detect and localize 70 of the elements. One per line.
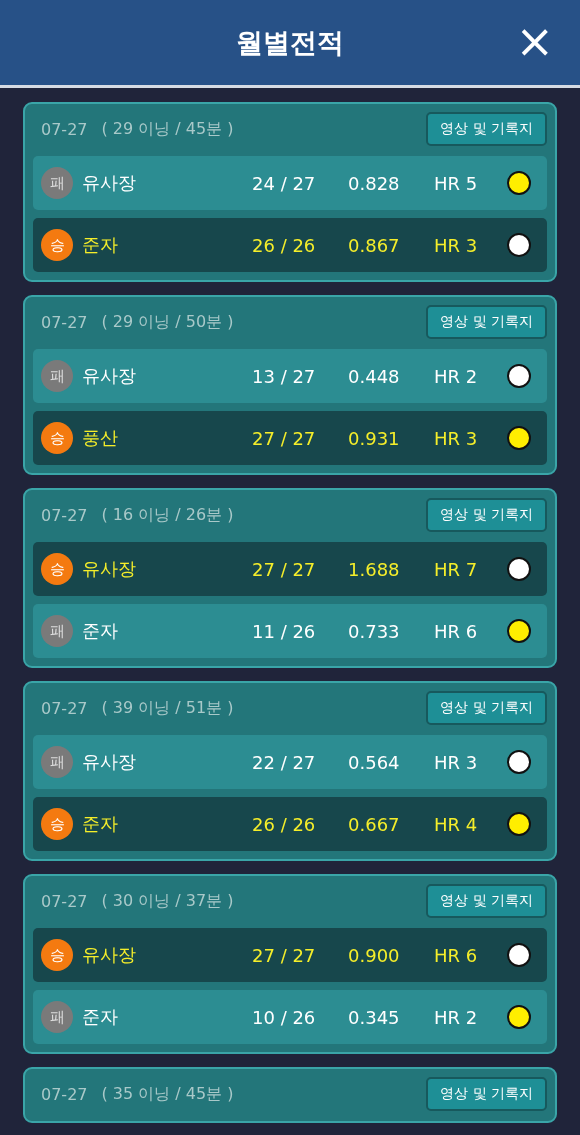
player-score: 10 / 26 bbox=[252, 1006, 317, 1028]
home-runs: HR 2 bbox=[434, 365, 479, 387]
game-date: 07-27 bbox=[41, 505, 88, 525]
player-score: 11 / 26 bbox=[252, 620, 317, 642]
result-badge: 승 bbox=[41, 939, 73, 971]
result-badge: 승 bbox=[41, 808, 73, 840]
player-score: 27 / 27 bbox=[252, 427, 317, 449]
home-runs: HR 4 bbox=[434, 813, 479, 835]
screen-title: 월별전적 bbox=[236, 25, 344, 60]
player-average: 0.448 bbox=[348, 365, 401, 387]
video-record-button[interactable]: 영상 및 기록지 bbox=[426, 498, 547, 532]
home-runs: HR 6 bbox=[434, 944, 479, 966]
player-average: 0.867 bbox=[348, 234, 401, 256]
result-badge: 패 bbox=[41, 360, 73, 392]
player-name: 유사장 bbox=[82, 943, 137, 967]
home-runs: HR 6 bbox=[434, 620, 479, 642]
player-name: 준자 bbox=[82, 233, 119, 257]
player-average: 1.688 bbox=[348, 558, 401, 580]
video-record-button[interactable]: 영상 및 기록지 bbox=[426, 884, 547, 918]
game-info: ( 29 이닝 / 50분 ) bbox=[101, 311, 235, 333]
home-runs: HR 2 bbox=[434, 1006, 479, 1028]
video-record-button[interactable]: 영상 및 기록지 bbox=[426, 305, 547, 339]
home-runs: HR 3 bbox=[434, 234, 479, 256]
player-name: 유사장 bbox=[82, 750, 137, 774]
player-name: 유사장 bbox=[82, 557, 137, 581]
result-badge: 승 bbox=[41, 553, 73, 585]
game-date: 07-27 bbox=[41, 312, 88, 332]
game-date: 07-27 bbox=[41, 1084, 88, 1104]
player-score: 26 / 26 bbox=[252, 234, 317, 256]
game-info: ( 39 이닝 / 51분 ) bbox=[101, 697, 235, 719]
player-name: 유사장 bbox=[82, 171, 137, 195]
player-average: 0.345 bbox=[348, 1006, 401, 1028]
home-runs: HR 3 bbox=[434, 751, 479, 773]
player-average: 0.564 bbox=[348, 751, 401, 773]
player-score: 13 / 27 bbox=[252, 365, 317, 387]
result-badge: 패 bbox=[41, 746, 73, 778]
close-button[interactable]: × bbox=[509, 16, 560, 66]
player-score: 27 / 27 bbox=[252, 558, 317, 580]
player-score: 27 / 27 bbox=[252, 944, 317, 966]
result-badge: 패 bbox=[41, 615, 73, 647]
player-name: 준자 bbox=[82, 619, 119, 643]
result-badge: 패 bbox=[41, 1001, 73, 1033]
game-info: ( 35 이닝 / 45분 ) bbox=[101, 1083, 235, 1105]
player-name: 유사장 bbox=[82, 364, 137, 388]
player-score: 22 / 27 bbox=[252, 751, 317, 773]
player-average: 0.733 bbox=[348, 620, 401, 642]
player-average: 0.828 bbox=[348, 172, 401, 194]
game-date: 07-27 bbox=[41, 119, 88, 139]
game-info: ( 16 이닝 / 26분 ) bbox=[101, 504, 235, 526]
player-name: 준자 bbox=[82, 1005, 119, 1029]
game-info: ( 29 이닝 / 45분 ) bbox=[101, 118, 235, 140]
home-runs: HR 7 bbox=[434, 558, 479, 580]
result-badge: 승 bbox=[41, 229, 73, 261]
player-score: 24 / 27 bbox=[252, 172, 317, 194]
result-badge: 승 bbox=[41, 422, 73, 454]
video-record-button[interactable]: 영상 및 기록지 bbox=[426, 1077, 547, 1111]
player-score: 26 / 26 bbox=[252, 813, 317, 835]
player-name: 풍산 bbox=[82, 426, 119, 450]
home-runs: HR 3 bbox=[434, 427, 479, 449]
game-date: 07-27 bbox=[41, 891, 88, 911]
result-badge: 패 bbox=[41, 167, 73, 199]
video-record-button[interactable]: 영상 및 기록지 bbox=[426, 112, 547, 146]
player-name: 준자 bbox=[82, 812, 119, 836]
home-runs: HR 5 bbox=[434, 172, 479, 194]
game-date: 07-27 bbox=[41, 698, 88, 718]
video-record-button[interactable]: 영상 및 기록지 bbox=[426, 691, 547, 725]
game-info: ( 30 이닝 / 37분 ) bbox=[101, 890, 235, 912]
player-average: 0.667 bbox=[348, 813, 401, 835]
player-average: 0.900 bbox=[348, 944, 401, 966]
player-average: 0.931 bbox=[348, 427, 401, 449]
